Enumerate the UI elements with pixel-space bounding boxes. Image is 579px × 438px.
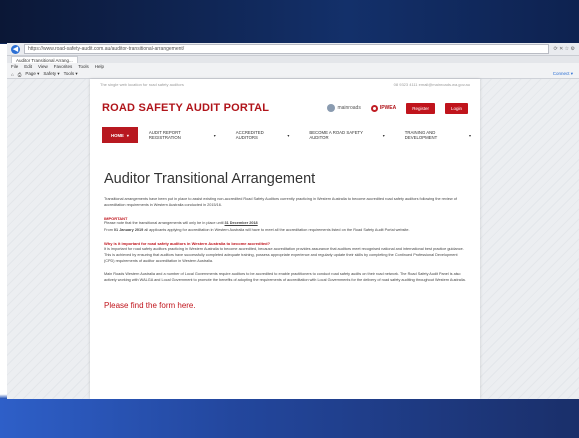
mainroads-logo: mainroads — [327, 104, 361, 112]
command-bar: ⌂ ⎙ Page ▾ Safety ▾ Tools ▾ Connect ▾ — [7, 70, 579, 79]
logo-text: ROAD SAFETY — [102, 102, 183, 114]
login-button[interactable]: Login — [444, 102, 468, 114]
menu-help[interactable]: Help — [95, 64, 104, 69]
address-bar-row: ◀ https://www.road-safety-audit.com.au/a… — [7, 43, 579, 56]
page-title: Auditor Transitional Arrangement — [104, 171, 316, 187]
menu-edit[interactable]: Edit — [24, 64, 32, 69]
chevron-down-icon: ▾ — [287, 132, 290, 138]
important-line-1-text: Please note that the transitional arrang… — [104, 221, 225, 226]
partner-logos: mainroads IPWEA Register Login — [327, 102, 468, 114]
print-icon[interactable]: ⎙ — [18, 72, 22, 77]
menu-favorites[interactable]: Favorites — [54, 64, 73, 69]
tab-auditor[interactable]: Auditor Transitional Arrang... — [11, 56, 78, 63]
important-line-1: Please note that the transitional arrang… — [104, 221, 466, 227]
site-header: ROAD SAFETY AUDIT PORTAL mainroads IPWEA… — [90, 89, 480, 127]
important-line-2-text: From — [104, 227, 114, 232]
cmd-connect[interactable]: Connect ▾ — [553, 71, 573, 77]
nav-become-label: BECOME A ROAD SAFETY AUDITOR — [309, 130, 363, 140]
nav-home-label: HOME — [111, 132, 124, 138]
nav-training-label: TRAINING AND DEVELOPMENT — [404, 130, 438, 140]
slide-bottom-band — [0, 399, 579, 438]
why-heading: Why is it important for road safety audi… — [104, 241, 271, 247]
logo-bold-text: AUDIT PORTAL — [185, 102, 270, 114]
nav-accredited-label: ACCREDITED AUDITORS — [235, 130, 264, 140]
page-content: Auditor Transitional Arrangement Transit… — [90, 143, 480, 313]
mainroads-icon — [327, 104, 336, 112]
start-date: 01 January 2019 — [113, 227, 144, 232]
form-link[interactable]: Please find the form here. — [104, 301, 196, 310]
site-topbar: The single web location for road safety … — [90, 79, 480, 89]
why-paragraph: It is important for road safety auditors… — [104, 247, 464, 263]
nav-home[interactable]: HOME ▾ — [102, 127, 138, 143]
chevron-down-icon: ▾ — [126, 132, 129, 138]
home-icon[interactable]: ⌂ — [11, 72, 14, 77]
nav-audit-label: AUDIT REPORT REGISTRATION — [148, 130, 181, 140]
nav-audit-report-registration[interactable]: AUDIT REPORT REGISTRATION ▾ — [140, 127, 225, 143]
ipwea-label: IPWEA — [379, 105, 397, 111]
main-roads-paragraph: Main Roads Western Australia and a numbe… — [104, 272, 466, 282]
chevron-down-icon: ▾ — [213, 132, 216, 138]
menu-tools[interactable]: Tools — [78, 64, 89, 69]
cmd-tools[interactable]: Tools ▾ — [64, 71, 78, 77]
site-logo[interactable]: ROAD SAFETY AUDIT PORTAL — [102, 102, 269, 114]
nav-training-development[interactable]: TRAINING AND DEVELOPMENT ▾ — [396, 127, 480, 143]
important-line-2: From 01 January 2019 all applicants appl… — [104, 228, 466, 234]
mainroads-label: mainroads — [337, 105, 361, 111]
browser-window: ◀ https://www.road-safety-audit.com.au/a… — [7, 43, 579, 399]
main-nav: HOME ▾ AUDIT REPORT REGISTRATION ▾ ACCRE… — [90, 127, 480, 143]
register-button[interactable]: Register — [406, 102, 435, 114]
important-line-2-rest: all applicants applying for accreditatio… — [143, 227, 410, 232]
refresh-icon[interactable]: ⟳ ✕ ☆ ⚙ — [553, 46, 575, 52]
topbar-contact[interactable]: 08 9323 4111 email@mainroads.wa.gov.au — [394, 82, 470, 87]
menu-view[interactable]: View — [38, 64, 48, 69]
intro-paragraph: Transitional arrangements have been put … — [104, 197, 457, 207]
web-page: The single web location for road safety … — [90, 79, 480, 399]
chevron-down-icon: ▾ — [382, 132, 385, 138]
ipwea-logo: IPWEA — [370, 104, 397, 112]
back-icon[interactable]: ◀ — [11, 44, 20, 54]
chevron-down-icon: ▾ — [468, 132, 471, 138]
page-viewport: The single web location for road safety … — [7, 79, 579, 399]
url-field[interactable]: https://www.road-safety-audit.com.au/aud… — [24, 44, 550, 54]
menu-bar: File Edit View Favorites Tools Help — [7, 63, 579, 70]
nav-become-auditor[interactable]: BECOME A ROAD SAFETY AUDITOR ▾ — [300, 127, 393, 143]
cmd-page[interactable]: Page ▾ — [25, 71, 39, 77]
tab-strip: Auditor Transitional Arrang... — [7, 56, 579, 63]
topbar-tagline: The single web location for road safety … — [100, 81, 184, 87]
cmd-safety[interactable]: Safety ▾ — [43, 71, 59, 77]
menu-file[interactable]: File — [11, 64, 18, 69]
slide-top-band — [0, 0, 579, 43]
ipwea-icon — [370, 104, 378, 112]
deadline-date: 31 December 2018 — [224, 221, 258, 226]
nav-accredited-auditors[interactable]: ACCREDITED AUDITORS ▾ — [227, 127, 299, 143]
